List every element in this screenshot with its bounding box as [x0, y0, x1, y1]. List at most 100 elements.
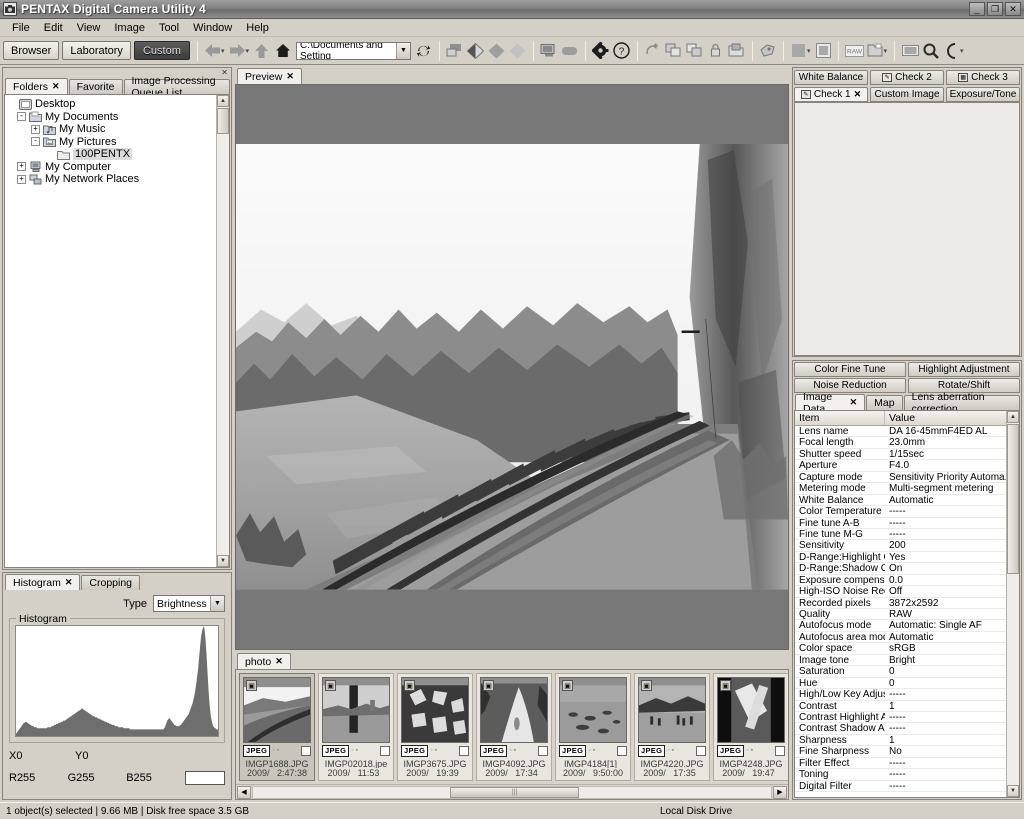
folder-dropdown-icon[interactable]: ▾ — [883, 47, 887, 55]
preview-stage[interactable] — [235, 84, 789, 650]
frame-icon[interactable] — [813, 41, 833, 61]
close-icon[interactable]: ✕ — [275, 656, 283, 667]
menu-image[interactable]: Image — [107, 20, 152, 36]
gear-icon[interactable] — [591, 41, 611, 61]
tree-item-my-music[interactable]: + My Music — [7, 123, 213, 136]
scroll-thumb[interactable] — [217, 108, 229, 134]
chevron-down-icon[interactable]: ▼ — [210, 596, 224, 611]
close-icon[interactable]: ✕ — [850, 397, 858, 408]
up-arrow-icon[interactable] — [252, 41, 272, 61]
tab-check-2[interactable]: ✎ Check 2 — [870, 70, 944, 85]
scroll-up-icon[interactable]: ▲ — [1007, 411, 1019, 423]
expander-icon[interactable]: + — [31, 124, 40, 134]
menu-edit[interactable]: Edit — [37, 20, 70, 36]
undo-icon[interactable] — [643, 41, 663, 61]
search-icon[interactable] — [921, 41, 941, 61]
scroll-thumb[interactable] — [1007, 424, 1019, 574]
forward-arrow-icon[interactable] — [227, 41, 247, 61]
zoom-dropdown-icon[interactable]: ▾ — [960, 47, 964, 55]
table-row[interactable]: D-Range:Shadow Co... On — [795, 563, 1006, 575]
thumbnail-item[interactable]: ▣ JPEG ◦ ▪ IMGP1688.JPG 2009/_ 2:47:38 — [239, 673, 315, 781]
diamond-light-icon[interactable] — [508, 41, 528, 61]
zoom-icon[interactable] — [942, 41, 962, 61]
tree-item-my-documents[interactable]: - My Documents — [7, 111, 213, 124]
tree-item-my-pictures[interactable]: - My Pictures — [7, 136, 213, 149]
thumbnail-image[interactable]: ▣ — [401, 677, 469, 743]
scroll-left-icon[interactable]: ◀ — [237, 785, 251, 799]
table-row[interactable]: Color space sRGB — [795, 643, 1006, 655]
tree-item-100pentx[interactable]: 100PENTX — [7, 148, 213, 161]
table-row[interactable]: D-Range:Highlight Co... Yes — [795, 552, 1006, 564]
histogram-type-select[interactable]: Brightness ▼ — [153, 595, 225, 612]
table-row[interactable]: Toning ----- — [795, 769, 1006, 781]
path-combo[interactable]: C:\Documents and Setting ▼ — [295, 41, 411, 60]
menu-tool[interactable]: Tool — [152, 20, 186, 36]
table-row[interactable]: Fine tune M-G ----- — [795, 529, 1006, 541]
tab-white-balance[interactable]: White Balance — [794, 70, 868, 85]
thumbnail-item[interactable]: ▣ JPEG ◦ ▪ IMGP4220.JPG 2009/_ 17:35_ — [634, 673, 710, 781]
scroll-track[interactable]: ||| — [252, 785, 772, 799]
expander-icon[interactable]: - — [31, 137, 40, 147]
tree-item-my-computer[interactable]: + My Computer — [7, 161, 213, 174]
table-row[interactable]: Saturation 0 — [795, 666, 1006, 678]
thumbnail-image[interactable]: ▣ — [638, 677, 706, 743]
square-dropdown-icon[interactable]: ▾ — [807, 47, 811, 55]
tree-item-desktop[interactable]: Desktop — [7, 98, 213, 111]
table-row[interactable]: Lens name DA 16-45mmF4ED AL — [795, 426, 1006, 438]
thumbnail-checkbox[interactable] — [617, 745, 627, 756]
table-row[interactable]: Metering mode Multi-segment metering — [795, 483, 1006, 495]
menu-help[interactable]: Help — [239, 20, 276, 36]
preview-image[interactable] — [236, 144, 788, 590]
tab-check-3[interactable]: ▦ Check 3 — [946, 70, 1020, 85]
thumbnail-horizontal-scrollbar[interactable]: ◀ ||| ▶ — [236, 784, 788, 799]
table-row[interactable]: Quality RAW — [795, 609, 1006, 621]
minimize-button[interactable]: _ — [969, 2, 985, 16]
expander-icon[interactable]: + — [17, 174, 26, 184]
capsule-icon[interactable] — [560, 41, 580, 61]
thumbnail-image[interactable]: ▣ — [322, 677, 390, 743]
table-row[interactable]: Digital Filter ----- — [795, 781, 1006, 792]
tab-map[interactable]: Map — [866, 395, 903, 410]
thumbnail-image[interactable]: ▣ — [717, 677, 785, 743]
refresh-icon[interactable] — [414, 41, 434, 61]
tab-histogram[interactable]: Histogram ✕ — [5, 574, 81, 590]
thumbnail-checkbox[interactable] — [775, 745, 785, 756]
forward-dropdown-icon[interactable]: ▾ — [245, 47, 249, 55]
back-arrow-icon[interactable] — [203, 41, 223, 61]
scroll-down-icon[interactable]: ▼ — [217, 555, 229, 567]
raw-icon[interactable]: RAW — [844, 41, 864, 61]
tab-cropping[interactable]: Cropping — [81, 575, 141, 590]
tab-check-1[interactable]: ✎ Check 1 ✕ — [794, 87, 868, 102]
table-row[interactable]: Contrast Shadow Adj... ----- — [795, 723, 1006, 735]
menu-view[interactable]: View — [70, 20, 108, 36]
menu-file[interactable]: File — [5, 20, 37, 36]
tab-lens-aberration-correction[interactable]: Lens aberration correction — [903, 391, 1020, 415]
table-row[interactable]: Hue 0 — [795, 678, 1006, 690]
tab-photo[interactable]: photo ✕ — [237, 653, 291, 669]
diamond-gray-icon[interactable] — [487, 41, 507, 61]
help-icon[interactable]: ? — [612, 41, 632, 61]
thumbnail-item[interactable]: ▣ JPEG ◦ ▪ IMGP4092.JPG 2009/_ 17:34_ — [476, 673, 552, 781]
thumbnail-checkbox[interactable] — [538, 745, 548, 756]
table-row[interactable]: High/Low Key Adjust... ----- — [795, 689, 1006, 701]
image-data-vertical-scrollbar[interactable]: ▲ ▼ — [1006, 411, 1019, 797]
table-row[interactable]: Fine tune A-B ----- — [795, 518, 1006, 529]
folder-icon[interactable] — [865, 41, 885, 61]
thumbnail-checkbox[interactable] — [696, 745, 706, 756]
diamond-half-icon[interactable] — [466, 41, 486, 61]
tab-favorite[interactable]: Favorite — [68, 79, 123, 94]
table-row[interactable]: Contrast 1 — [795, 701, 1006, 712]
table-row[interactable]: Fine Sharpness No — [795, 746, 1006, 758]
tab-folders[interactable]: Folders ✕ — [5, 78, 68, 94]
custom-mode-button[interactable]: Custom — [133, 41, 190, 60]
tab-color-fine-tune[interactable]: Color Fine Tune — [794, 362, 906, 377]
scroll-thumb[interactable]: ||| — [449, 786, 580, 798]
table-row[interactable]: Image tone Bright — [795, 655, 1006, 667]
tab-highlight-adjustment[interactable]: Highlight Adjustment — [908, 362, 1020, 377]
thumbnail-checkbox[interactable] — [301, 745, 311, 756]
table-row[interactable]: Autofocus area mode Automatic — [795, 632, 1006, 644]
folder-tree-vertical-scrollbar[interactable]: ▲ ▼ — [216, 95, 229, 567]
scroll-right-icon[interactable]: ▶ — [773, 785, 787, 799]
maximize-button[interactable]: ❐ — [987, 2, 1003, 16]
folder-open-icon[interactable] — [727, 41, 747, 61]
